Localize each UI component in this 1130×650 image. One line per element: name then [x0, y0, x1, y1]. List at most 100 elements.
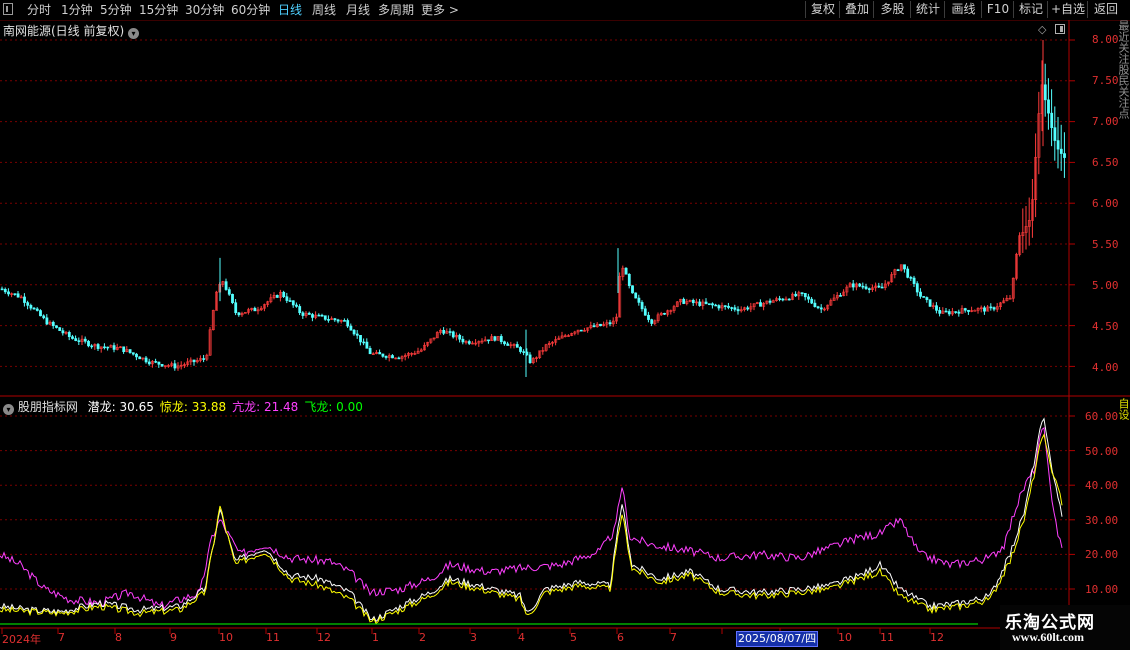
- price-axis-label: 6.50: [1092, 156, 1119, 169]
- candle-body: [1043, 84, 1047, 101]
- candle-body: [336, 319, 340, 322]
- chart-canvas[interactable]: [0, 0, 1130, 650]
- candle-body: [707, 303, 711, 305]
- candle-body: [519, 347, 522, 352]
- candle-body: [487, 339, 490, 342]
- candle-body: [963, 308, 967, 311]
- candle-body: [346, 320, 350, 327]
- candle-body: [643, 308, 647, 316]
- candle-body: [915, 283, 919, 293]
- time-axis-label: 3: [470, 631, 477, 644]
- candle-body: [451, 331, 455, 338]
- chevron-down-icon[interactable]: ▾: [3, 404, 14, 415]
- candle-body: [333, 318, 337, 321]
- candle-body: [442, 330, 446, 334]
- time-axis-label: 7: [670, 631, 677, 644]
- candle-body: [877, 285, 881, 288]
- candle-body: [157, 361, 161, 365]
- candle-body: [1053, 127, 1057, 141]
- candle-body: [499, 336, 503, 343]
- candle-body: [925, 297, 929, 300]
- candle-body: [736, 309, 740, 312]
- candle-body: [957, 311, 961, 314]
- candle-body: [608, 322, 612, 325]
- candle-body: [515, 344, 519, 348]
- candle-body: [503, 341, 506, 345]
- price-axis-label: 5.50: [1092, 238, 1119, 251]
- candle-body: [3, 289, 7, 293]
- time-axis-label: 11: [880, 631, 894, 644]
- candle-body: [227, 289, 231, 295]
- candle-body: [237, 312, 241, 316]
- candle-body: [624, 267, 628, 275]
- candle-body: [650, 319, 654, 324]
- candle-body: [26, 302, 30, 306]
- candle-body: [938, 310, 942, 314]
- time-axis-label: 7: [58, 631, 65, 644]
- indicator-axis-label: 60.00: [1085, 410, 1119, 423]
- time-axis-label: 11: [266, 631, 280, 644]
- candle-body: [973, 309, 977, 312]
- candle-body: [77, 340, 81, 342]
- candle-body: [74, 338, 78, 341]
- candle-body: [397, 357, 401, 360]
- candle-body: [90, 345, 94, 348]
- indicator-value-0: 潜龙: 30.65: [87, 400, 154, 414]
- candle-body: [663, 312, 666, 315]
- candle-body: [768, 300, 772, 303]
- candle-body: [160, 363, 164, 367]
- candle-body: [7, 291, 10, 295]
- price-axis-label: 8.00: [1092, 33, 1119, 46]
- candle-body: [128, 349, 132, 353]
- candle-body: [349, 325, 353, 331]
- candle-body: [23, 296, 26, 303]
- candle-body: [787, 298, 791, 301]
- candle-body: [839, 295, 842, 297]
- candle-body: [599, 323, 602, 327]
- candle-body: [301, 312, 305, 316]
- candle-body: [983, 307, 986, 312]
- candle-body: [343, 320, 346, 322]
- candle-body: [819, 307, 823, 310]
- indicator-value-3: 飞龙: 0.00: [304, 400, 363, 414]
- candle-body: [631, 285, 634, 294]
- candle-body: [896, 269, 900, 272]
- indicator-name: 股朋指标网: [17, 400, 78, 414]
- time-axis-label: 5: [570, 631, 577, 644]
- candle-body: [285, 296, 289, 301]
- side-notes[interactable]: 最近关注股民关注点: [1117, 20, 1130, 119]
- candle-body: [1047, 99, 1050, 114]
- time-axis-label: 9: [170, 631, 177, 644]
- candle-body: [122, 346, 126, 352]
- candle-body: [13, 293, 17, 295]
- candle-body: [640, 302, 644, 310]
- side-custom[interactable]: 自设: [1117, 398, 1130, 420]
- indicator-value-1: 惊龙: 33.88: [159, 400, 227, 414]
- candle-body: [711, 303, 714, 306]
- time-axis-label: 4: [518, 631, 525, 644]
- candle-body: [138, 356, 142, 360]
- candle-body: [807, 296, 810, 300]
- candle-body: [634, 292, 638, 299]
- price-axis-label: 7.00: [1092, 115, 1119, 128]
- candle-body: [813, 302, 817, 307]
- candle-body: [858, 283, 862, 287]
- candle-body: [1056, 140, 1060, 150]
- candle-body: [989, 306, 993, 309]
- watermark-url: www.60lt.com: [1012, 630, 1084, 644]
- candle-body: [352, 329, 356, 335]
- candle-body: [381, 353, 385, 357]
- candle-body: [803, 292, 807, 298]
- candle-body: [282, 291, 286, 298]
- candle-body: [448, 331, 452, 333]
- candle-body: [816, 306, 820, 309]
- candle-body: [909, 277, 913, 279]
- candle-body: [954, 311, 958, 313]
- candle-body: [362, 341, 366, 344]
- candle-body: [698, 301, 702, 306]
- candle-body: [307, 312, 311, 315]
- indicator-axis-label: 20.00: [1085, 548, 1119, 562]
- candle-body: [906, 268, 910, 278]
- indicator-title: ▾ 股朋指标网 潜龙: 30.65 惊龙: 33.88 亢龙: 21.48 飞龙: 0…: [3, 398, 363, 415]
- candle-body: [928, 299, 932, 307]
